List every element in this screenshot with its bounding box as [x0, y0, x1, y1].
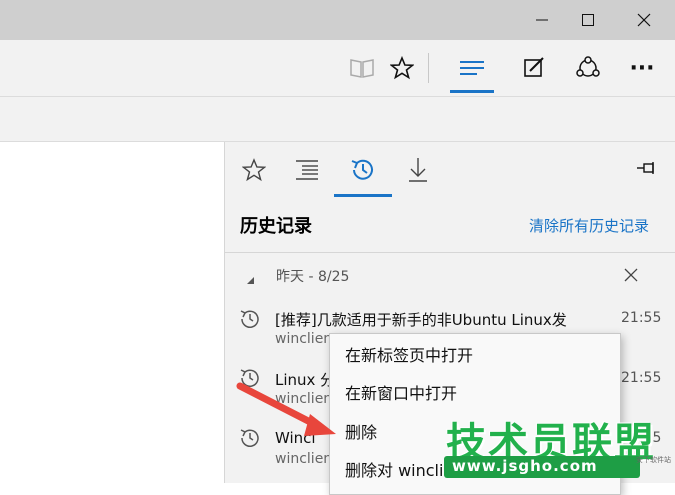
maximize-button[interactable]: [565, 0, 611, 40]
collapse-triangle-icon: [247, 277, 254, 284]
hub-button[interactable]: [450, 40, 494, 96]
download-icon: [409, 158, 427, 182]
reading-list-tab[interactable]: [286, 146, 330, 194]
add-favorite-button[interactable]: [380, 40, 424, 96]
minimize-button[interactable]: [519, 0, 565, 40]
reading-list-icon: [296, 160, 318, 180]
pin-pane-button[interactable]: [636, 160, 658, 180]
web-note-icon: [524, 57, 544, 77]
history-item-time: 21:55: [621, 370, 662, 386]
reading-view-icon: [350, 59, 374, 78]
reading-view-button[interactable]: [340, 40, 384, 96]
more-icon: ···: [629, 55, 655, 81]
history-item-url: winclien: [275, 451, 333, 467]
downloads-tab[interactable]: [396, 146, 440, 194]
watermark-url: www.jsgho.com: [452, 457, 598, 475]
menu-delete[interactable]: 删除: [345, 419, 377, 443]
history-item-title: [推荐]几款适用于新手的非Ubuntu Linux发: [275, 311, 567, 329]
close-window-button[interactable]: [621, 0, 667, 40]
hub-active-indicator: [450, 90, 494, 93]
close-icon: [624, 268, 638, 282]
pin-icon: [637, 162, 654, 174]
history-group-label: 昨天 - 8/25: [276, 269, 350, 285]
favorites-tab[interactable]: [232, 146, 276, 194]
favorites-bar: [0, 97, 675, 142]
toolbar-separator: [428, 53, 429, 83]
menu-open-in-new-tab[interactable]: 在新标签页中打开: [345, 342, 473, 366]
history-tab[interactable]: [341, 146, 385, 194]
minimize-icon: [536, 19, 548, 21]
close-icon: [637, 13, 651, 27]
group-collapse-toggle[interactable]: [247, 270, 255, 289]
history-tab-indicator: [334, 194, 392, 197]
favorite-star-icon: [390, 56, 414, 80]
clear-all-history-link[interactable]: 清除所有历史记录: [529, 215, 649, 236]
share-button[interactable]: [566, 40, 610, 96]
watermark-small-text: 安下软件站: [636, 456, 671, 464]
delete-group-button[interactable]: [624, 267, 638, 286]
menu-open-in-new-window[interactable]: 在新窗口中打开: [345, 380, 457, 404]
web-note-button[interactable]: [512, 40, 556, 96]
maximize-icon: [582, 14, 594, 26]
history-item-url: winclien: [275, 331, 333, 347]
star-icon: [242, 158, 266, 182]
annotation-arrow: [236, 382, 336, 436]
hub-title: 历史记录: [240, 216, 312, 237]
hub-divider: [225, 252, 675, 253]
menu-delete-all-from-site[interactable]: 删除对 winclie: [345, 457, 453, 481]
share-icon: [576, 56, 600, 77]
history-item-icon: [240, 310, 259, 328]
history-icon: [351, 159, 373, 180]
hub-icon: [460, 61, 484, 75]
more-button[interactable]: ···: [620, 40, 664, 96]
history-item-time: 21:55: [621, 310, 662, 326]
